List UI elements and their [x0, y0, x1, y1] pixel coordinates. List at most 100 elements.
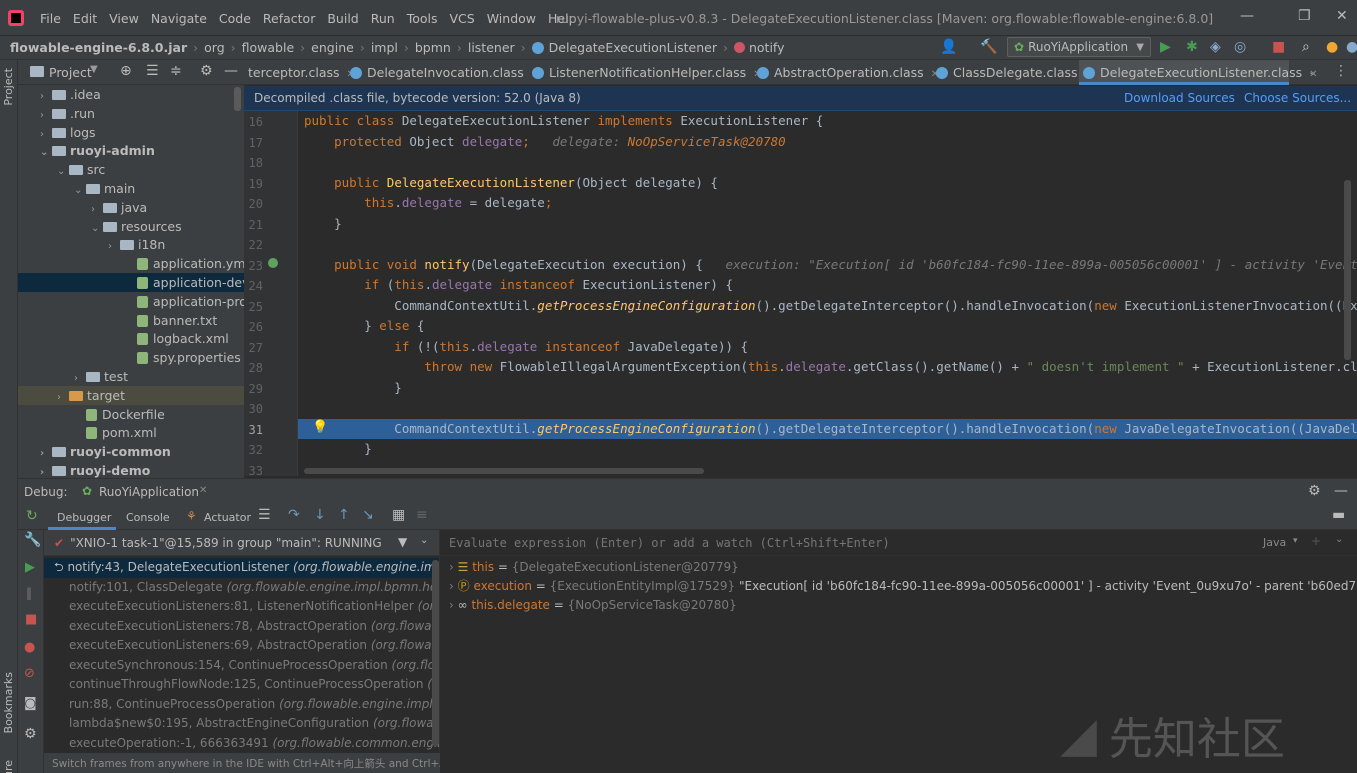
structure-tool-tab[interactable]: Structure [2, 760, 15, 773]
language-select[interactable]: Java [1263, 536, 1286, 549]
collapse-all-icon[interactable]: ≑ [170, 63, 182, 79]
close-icon[interactable]: ✕ [1309, 69, 1317, 80]
gear-icon[interactable]: ⚙ [24, 726, 37, 742]
menu-edit[interactable]: Edit [73, 11, 97, 26]
tree-node[interactable]: pom.xml [18, 423, 244, 442]
stop-icon[interactable]: ■ [25, 612, 37, 627]
tree-scrollbar[interactable] [234, 87, 241, 111]
project-tool-tab[interactable]: Project [2, 68, 15, 106]
tree-node[interactable]: › i18n [18, 235, 244, 254]
tree-node[interactable]: › java [18, 198, 244, 217]
chevron-down-icon[interactable]: ▼ [90, 64, 98, 75]
code-line[interactable]: public DelegateExecutionListener(Object … [304, 173, 718, 193]
tree-node[interactable]: › target [18, 385, 244, 405]
stack-frame[interactable]: executeOperation:-1, 666363491 (org.flow… [44, 734, 439, 754]
menu-window[interactable]: Window [487, 11, 536, 26]
bookmarks-tool-tab[interactable]: Bookmarks [2, 672, 15, 733]
run-icon[interactable]: ▶ [1160, 39, 1171, 55]
menu-run[interactable]: Run [371, 11, 395, 26]
tree-node[interactable]: ⌄ main [18, 179, 244, 198]
tree-node[interactable]: › test [18, 367, 244, 386]
tree-node[interactable]: › .run [18, 104, 244, 123]
variable-row[interactable]: › ☰ this = {DelegateExecutionListener@20… [449, 558, 739, 577]
chevron-down-icon[interactable]: ⌄ [1335, 534, 1343, 545]
variable-row[interactable]: › ∞ this.delegate = {NoOpServiceTask@207… [449, 596, 737, 615]
tree-node[interactable]: logback.xml [18, 329, 244, 348]
tab-debugger[interactable]: Debugger [57, 511, 111, 524]
menu-tools[interactable]: Tools [407, 11, 438, 26]
project-panel-title[interactable]: Project [49, 65, 92, 80]
breadcrumb-item[interactable]: bpmn [415, 40, 451, 55]
breadcrumb-item[interactable]: listener [468, 40, 515, 55]
tree-node[interactable]: application.yml [18, 254, 244, 273]
code-line[interactable]: throw new FlowableIllegalArgumentExcepti… [304, 357, 1357, 377]
evaluate-icon[interactable]: ▦ [392, 507, 405, 523]
menu-file[interactable]: File [40, 11, 61, 26]
debug-config-tab[interactable]: RuoYiApplication [99, 485, 199, 499]
stack-frame[interactable]: ⮌ notify:43, DelegateExecutionListener (… [44, 558, 439, 578]
minimize-icon[interactable]: — [1240, 8, 1254, 24]
profile-icon[interactable]: ◎ [1234, 39, 1246, 55]
tree-node[interactable]: ⌄ resources [18, 217, 244, 236]
search-icon[interactable]: ⌕ [1302, 39, 1310, 55]
build-hammer-icon[interactable]: 🔨 [980, 39, 997, 55]
tree-node[interactable]: application-dev.yml [18, 273, 244, 292]
stack-frame[interactable]: executeExecutionListeners:81, ListenerNo… [44, 597, 439, 617]
layout-icon[interactable]: ▬ [1332, 507, 1345, 523]
editor-tab[interactable]: AbstractOperation.class ✕ [753, 60, 939, 85]
code-line[interactable]: public class DelegateExecutionListener i… [304, 111, 823, 131]
user-icon[interactable]: 👤 [940, 39, 957, 55]
trace-icon[interactable]: ≡ [416, 507, 428, 523]
editor-tab[interactable]: terceptor.class✕ [244, 60, 355, 85]
gear-icon[interactable]: ⚙ [200, 63, 213, 79]
settings-icon[interactable]: ● [1346, 39, 1357, 55]
stack-frame[interactable]: executeExecutionListeners:69, AbstractOp… [44, 636, 439, 656]
breadcrumb-item[interactable]: impl [371, 40, 398, 55]
code-line[interactable]: this.delegate = delegate; [304, 193, 552, 213]
add-watch-icon[interactable]: + [1311, 534, 1321, 548]
tree-node[interactable]: banner.txt [18, 311, 244, 330]
coverage-icon[interactable]: ◈ [1210, 39, 1221, 55]
thread-selector[interactable]: ✔ "XNIO-1 task-1"@15,589 in group "main"… [44, 530, 439, 556]
tree-node[interactable]: › ruoyi-demo [18, 461, 244, 478]
menu-vcs[interactable]: VCS [450, 11, 475, 26]
tab-actuator[interactable]: Actuator [204, 511, 251, 524]
menu-build[interactable]: Build [327, 11, 358, 26]
breadcrumb-item[interactable]: flowable [242, 40, 295, 55]
vertical-scrollbar[interactable] [1344, 180, 1351, 360]
breadcrumb-item[interactable]: notify [749, 40, 785, 55]
editor-tab[interactable]: ClassDelegate.class✕ [932, 60, 1093, 85]
code-line[interactable]: public void notify(DelegateExecution exe… [304, 255, 1357, 275]
menu-view[interactable]: View [109, 11, 139, 26]
editor-tab[interactable]: DelegateInvocation.class✕ [346, 60, 539, 85]
frames-scrollbar[interactable] [432, 560, 439, 746]
code-line[interactable]: if (this.delegate instanceof ExecutionLi… [304, 275, 733, 295]
stack-frame[interactable]: run:88, ContinueProcessOperation (org.fl… [44, 695, 439, 715]
close-icon[interactable]: ✕ [1336, 8, 1348, 24]
tree-node[interactable]: ⌄ ruoyi-admin [18, 141, 244, 160]
implements-marker-icon[interactable] [268, 258, 278, 268]
code-line[interactable]: } [304, 214, 342, 234]
breadcrumb-item[interactable]: engine [311, 40, 354, 55]
download-sources-link[interactable]: Download Sources [1124, 91, 1235, 105]
tree-node[interactable]: application-prod.yml [18, 292, 244, 311]
expand-all-icon[interactable]: ☰ [146, 63, 159, 79]
stop-icon[interactable]: ■ [1272, 39, 1285, 55]
camera-icon[interactable]: ◙ [24, 696, 37, 711]
breadcrumb-item[interactable]: DelegateExecutionListener [549, 40, 717, 55]
menu-code[interactable]: Code [219, 11, 251, 26]
restore-icon[interactable]: ❐ [1298, 8, 1311, 24]
lightbulb-icon[interactable]: 💡 [312, 420, 328, 435]
filter-icon[interactable]: ▼ [398, 535, 407, 549]
wrench-icon[interactable]: 🔧 [24, 532, 41, 548]
mute-breakpoints-icon[interactable]: ⊘ [24, 666, 35, 681]
tree-node[interactable]: Dockerfile [18, 405, 244, 424]
tree-node[interactable]: › ruoyi-common [18, 442, 244, 461]
code-line[interactable]: } [304, 378, 402, 398]
run-to-cursor-icon[interactable]: ↘ [362, 507, 374, 523]
stack-frame[interactable]: continueThroughFlowNode:125, ContinuePro… [44, 675, 439, 695]
code-editor[interactable]: public class DelegateExecutionListener i… [298, 111, 1357, 476]
editor-tab[interactable]: DelegateExecutionListener.class ✕ [1079, 60, 1318, 85]
more-icon[interactable]: ⋮ [1334, 63, 1348, 79]
run-configuration-select[interactable]: ✿ RuoYiApplication ▼ [1007, 37, 1151, 57]
